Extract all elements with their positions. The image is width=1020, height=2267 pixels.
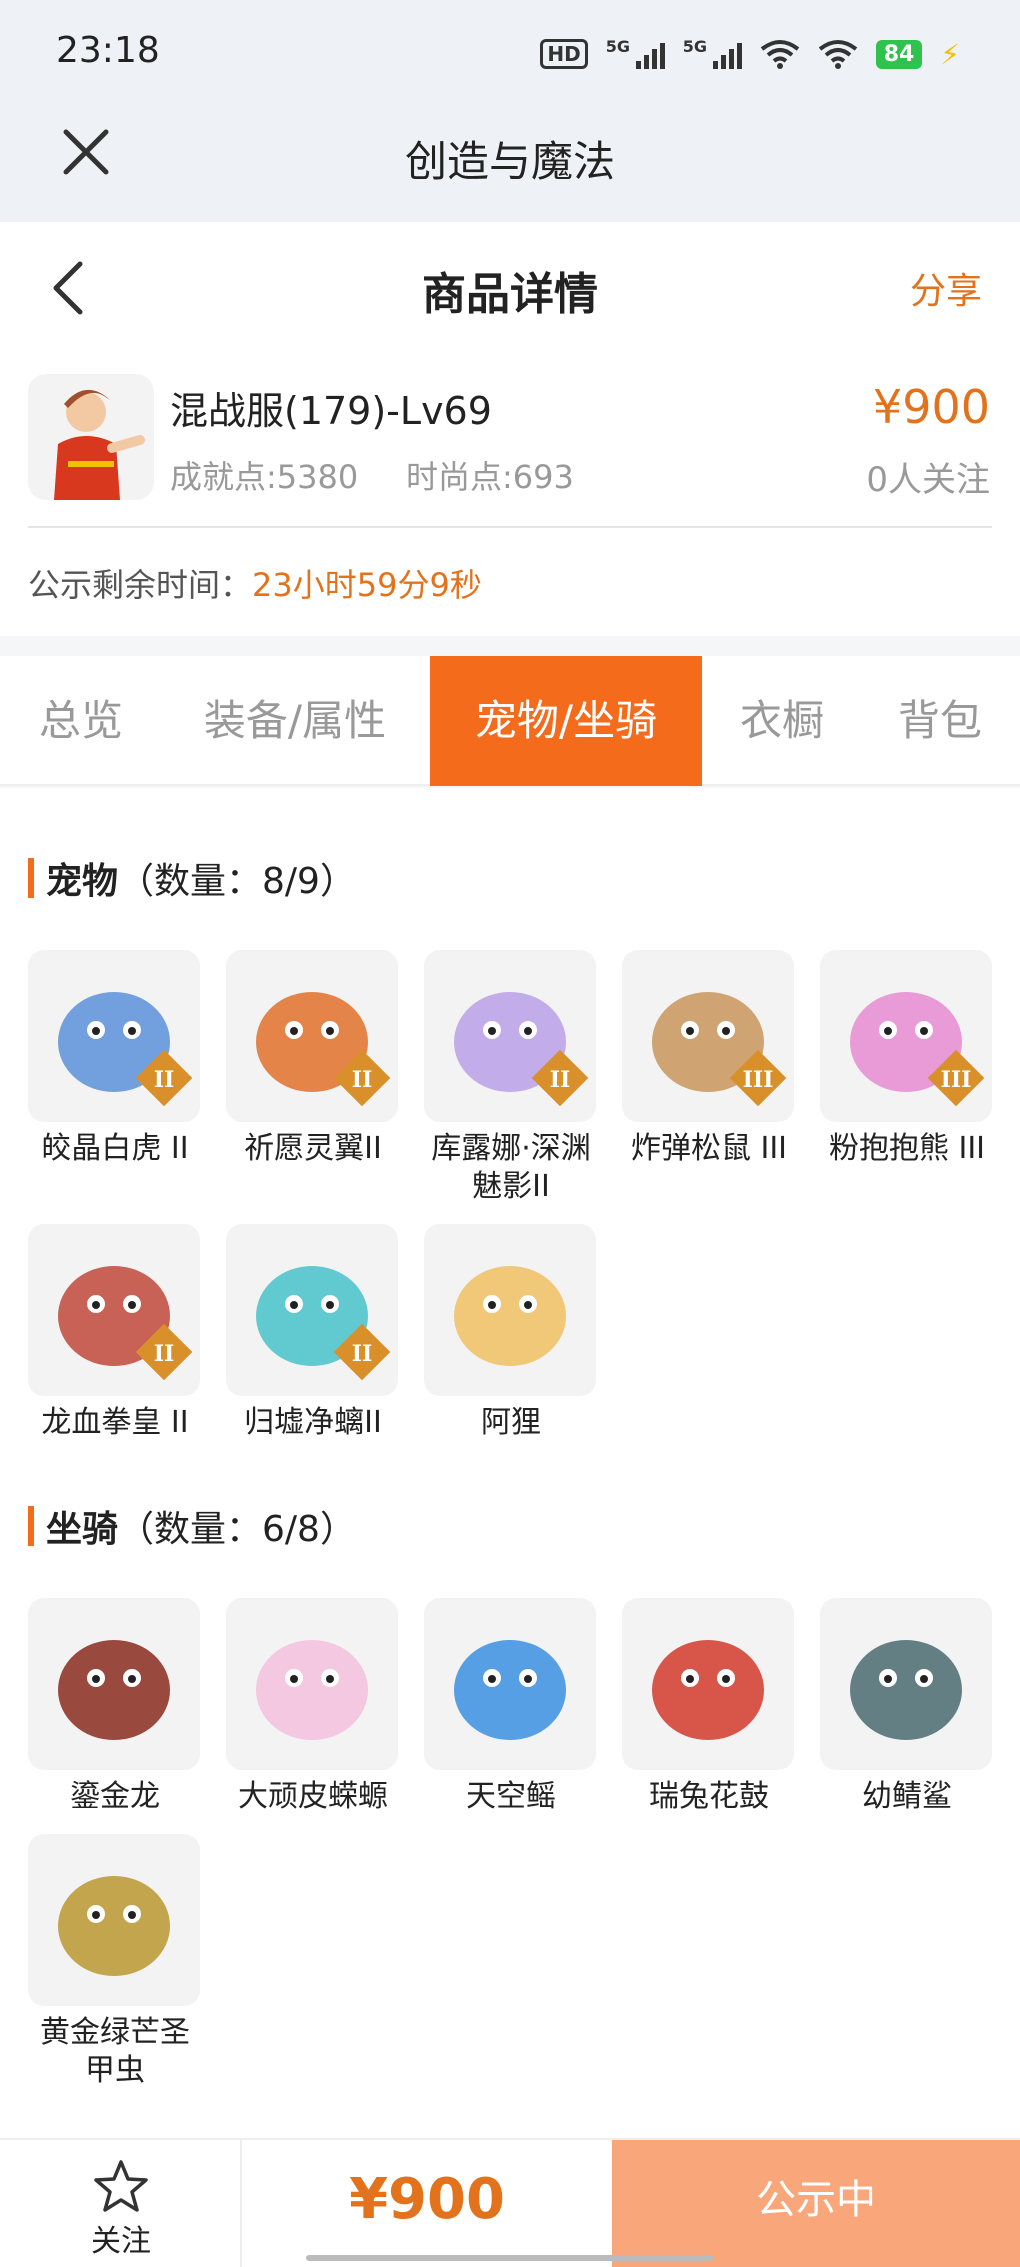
mount-item[interactable]: 幼鲭鲨 <box>820 1598 994 1816</box>
mount-name: 鎏金龙 <box>70 1779 160 1814</box>
tab-equipment[interactable]: 装备/属性 <box>178 656 412 786</box>
share-button[interactable]: 分享 <box>910 262 982 314</box>
follower-count: 0人关注 <box>866 460 990 500</box>
tab-pets-mounts[interactable]: 宠物/坐骑 <box>430 656 702 786</box>
pet-thumbnail: II <box>226 1224 398 1396</box>
charging-icon: ⚡ <box>940 37 960 71</box>
tab-backpack[interactable]: 背包 <box>868 656 1012 786</box>
pet-item[interactable]: II 祈愿灵翼II <box>226 950 400 1168</box>
mount-thumbnail <box>424 1598 596 1770</box>
countdown: 公示剩余时间：23小时59分9秒 <box>28 560 482 606</box>
account-name: 混战服(179)-Lv69 <box>170 389 492 433</box>
hd-voice-icon: HD <box>540 39 588 69</box>
mount-name: 大顽皮蝾螈 <box>238 1779 388 1814</box>
pet-item[interactable]: II 库露娜·深渊魅影II <box>424 950 598 1206</box>
achievement-points: 成就点:5380 <box>170 458 359 496</box>
pets-section-title: 宠物（数量：8/9） <box>28 852 356 904</box>
fashion-points: 时尚点:693 <box>406 458 574 496</box>
wifi-icon-2 <box>818 40 857 69</box>
mount-thumbnail <box>622 1598 794 1770</box>
pet-name: 归墟净螭II <box>244 1405 382 1440</box>
pet-item[interactable]: III 炸弹松鼠 III <box>622 950 796 1168</box>
publicity-status-button[interactable]: 公示中 <box>612 2140 1020 2267</box>
app-title: 创造与魔法 <box>404 137 615 186</box>
pet-item[interactable]: II 龙血拳皇 II <box>28 1224 202 1442</box>
page-title: 商品详情 <box>422 269 598 320</box>
tab-bar: 总览 装备/属性 宠物/坐骑 衣橱 背包 <box>0 656 1020 786</box>
pet-name: 龙血拳皇 II <box>41 1405 189 1440</box>
pet-thumbnail <box>424 1224 596 1396</box>
pet-item[interactable]: II 归墟净螭II <box>226 1224 400 1442</box>
nav-bar: 商品详情 分享 <box>0 222 1020 352</box>
home-indicator <box>306 2255 714 2261</box>
bottom-bar: 关注 ¥900 公示中 <box>0 2138 1020 2267</box>
star-icon <box>94 2160 148 2212</box>
pet-name: 炸弹松鼠 III <box>630 1131 788 1166</box>
pet-item[interactable]: 阿狸 <box>424 1224 598 1442</box>
mount-thumbnail <box>28 1834 200 2006</box>
follow-label: 关注 <box>91 2224 151 2259</box>
price: ¥900 <box>872 380 990 434</box>
pet-item[interactable]: III 粉抱抱熊 III <box>820 950 994 1168</box>
mount-name: 天空鳐 <box>466 1779 556 1814</box>
app-bar: 创造与魔法 <box>0 110 1020 222</box>
mount-thumbnail <box>820 1598 992 1770</box>
pet-thumbnail: III <box>622 950 794 1122</box>
mount-item[interactable]: 大顽皮蝾螈 <box>226 1598 400 1816</box>
pet-item[interactable]: II 皎晶白虎 II <box>28 950 202 1168</box>
countdown-label: 公示剩余时间： <box>28 566 253 604</box>
pet-thumbnail: II <box>28 1224 200 1396</box>
pet-thumbnail: III <box>820 950 992 1122</box>
pet-name: 库露娜·深渊魅影II <box>431 1131 591 1204</box>
mount-item[interactable]: 黄金绿芒圣甲虫 <box>28 1834 202 2090</box>
footer-price: ¥900 <box>349 2167 505 2232</box>
account-info-card: 混战服(179)-Lv69 成就点:5380 时尚点:693 ¥900 0人关注… <box>0 352 1020 636</box>
follow-button[interactable]: 关注 <box>0 2140 242 2267</box>
tab-wardrobe[interactable]: 衣橱 <box>712 656 852 786</box>
status-time: 23:18 <box>56 30 160 71</box>
status-bar: 23:18 HD 5G 5G 84 ⚡ <box>0 0 1020 110</box>
signal-icon-2: 5G <box>683 37 742 69</box>
pet-name: 祈愿灵翼II <box>244 1131 382 1166</box>
avatar <box>28 374 154 500</box>
pets-mounts-panel: 宠物（数量：8/9） II 皎晶白虎 II II 祈愿灵翼II II 库露娜·深渊魅影II… <box>0 788 1020 2138</box>
pet-thumbnail: II <box>28 950 200 1122</box>
mount-name: 幼鲭鲨 <box>862 1779 952 1814</box>
mounts-section-title: 坐骑（数量：6/8） <box>28 1500 356 1552</box>
mount-name: 瑞兔花鼓 <box>649 1779 769 1814</box>
mount-item[interactable]: 瑞兔花鼓 <box>622 1598 796 1816</box>
tab-overview[interactable]: 总览 <box>8 656 154 786</box>
mount-item[interactable]: 天空鳐 <box>424 1598 598 1816</box>
countdown-value: 23小时59分9秒 <box>252 566 482 604</box>
status-icons: HD 5G 5G 84 ⚡ <box>540 36 960 72</box>
signal-icon: 5G <box>606 37 665 69</box>
pet-thumbnail: II <box>424 950 596 1122</box>
pet-thumbnail: II <box>226 950 398 1122</box>
divider <box>28 526 992 528</box>
mount-name: 黄金绿芒圣甲虫 <box>40 2015 190 2088</box>
pet-name: 皎晶白虎 II <box>41 1131 189 1166</box>
mount-thumbnail <box>28 1598 200 1770</box>
battery-icon: 84 <box>875 39 923 69</box>
wifi-icon <box>760 40 799 69</box>
mount-item[interactable]: 鎏金龙 <box>28 1598 202 1816</box>
mount-thumbnail <box>226 1598 398 1770</box>
pet-name: 粉抱抱熊 III <box>828 1131 986 1166</box>
pet-name: 阿狸 <box>481 1405 541 1440</box>
